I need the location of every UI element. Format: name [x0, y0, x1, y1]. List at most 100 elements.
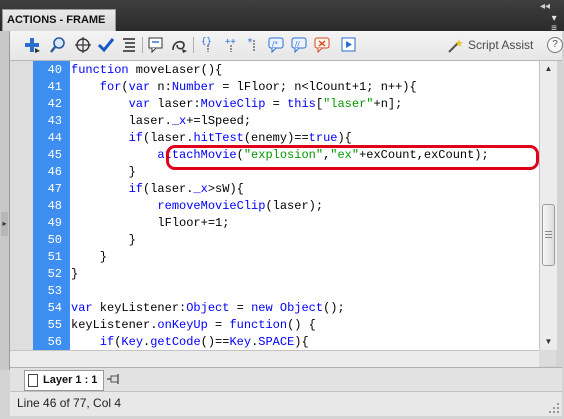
- horizontal-scrollbar[interactable]: [10, 350, 539, 367]
- line-number[interactable]: 54: [33, 300, 62, 317]
- code-text: }: [71, 232, 136, 249]
- code-text: if(laser._x>sW){: [71, 181, 244, 198]
- line-number[interactable]: 47: [33, 181, 62, 198]
- line-number[interactable]: 52: [33, 266, 62, 283]
- insert-target-path-icon[interactable]: [74, 36, 92, 54]
- line-number[interactable]: 55: [33, 317, 62, 334]
- apply-line-comment-icon[interactable]: //: [291, 36, 309, 54]
- code-line[interactable]: 55 keyListener.onKeyUp = function() {: [10, 317, 539, 334]
- panel-tab-actions-frame[interactable]: ACTIONS - FRAME: [2, 9, 117, 32]
- remove-comment-icon[interactable]: [314, 36, 332, 54]
- code-token: }: [71, 165, 136, 179]
- collapse-selection-icon[interactable]: ++: [222, 36, 240, 54]
- expand-all-icon[interactable]: *: [245, 36, 263, 54]
- line-number[interactable]: 50: [33, 232, 62, 249]
- scroll-thumb[interactable]: [542, 204, 555, 266]
- code-token: +n];: [373, 97, 403, 111]
- code-line[interactable]: 51 }: [10, 249, 539, 266]
- code-token: (: [121, 80, 129, 94]
- code-text: var laser:MovieClip = this["laser"+n];: [71, 96, 403, 113]
- code-token: =: [207, 318, 230, 332]
- code-token: ){: [337, 131, 352, 145]
- layer-script-tab[interactable]: Layer 1 : 1: [24, 370, 105, 391]
- scroll-down-icon[interactable]: ▼: [540, 334, 557, 350]
- line-number[interactable]: 56: [33, 334, 62, 350]
- code-token: keyListener:: [92, 301, 187, 315]
- collapse-panel-icon[interactable]: ◂◂: [540, 1, 550, 12]
- code-token: Object: [186, 301, 230, 315]
- code-line[interactable]: 50 }: [10, 232, 539, 249]
- show-hide-toolbox-icon[interactable]: [340, 36, 358, 54]
- code-token: new: [251, 301, 273, 315]
- code-token: laser.: [71, 114, 172, 128]
- line-number[interactable]: 45: [33, 147, 62, 164]
- code-line[interactable]: 40 function moveLaser(){: [10, 62, 539, 79]
- scroll-up-icon[interactable]: ▲: [540, 61, 557, 77]
- line-number[interactable]: 48: [33, 198, 62, 215]
- code-line[interactable]: 53: [10, 283, 539, 300]
- toolbar-separator: [193, 37, 194, 53]
- code-line[interactable]: 41 for(var n:Number = lFloor; n<lCount+1…: [10, 79, 539, 96]
- status-bar: Line 46 of 77, Col 4: [10, 391, 562, 416]
- check-syntax-icon[interactable]: [97, 36, 115, 54]
- find-icon[interactable]: [49, 36, 67, 54]
- add-statement-icon[interactable]: [23, 36, 41, 54]
- code-token: SPACE: [258, 335, 295, 349]
- expand-toolbox-icon[interactable]: ▸: [1, 212, 8, 236]
- code-token: ()==: [200, 335, 230, 349]
- collapse-between-braces-icon[interactable]: {}: [199, 36, 217, 54]
- script-assist-button[interactable]: Script Assist: [446, 34, 533, 56]
- code-token: = lFloor; n<lCount+1; n++){: [215, 80, 417, 94]
- code-token: Key: [121, 335, 144, 349]
- line-number[interactable]: 43: [33, 113, 62, 130]
- code-token: hitTest: [193, 131, 244, 145]
- pin-script-icon[interactable]: [107, 373, 121, 385]
- code-line[interactable]: 47 if(laser._x>sW){: [10, 181, 539, 198]
- layer-tab-label: Layer 1 : 1: [43, 374, 98, 386]
- script-editor[interactable]: 40 function moveLaser(){41 for(var n:Numb…: [10, 61, 539, 350]
- line-number[interactable]: 41: [33, 79, 62, 96]
- scrollbar-corner: [539, 350, 556, 366]
- code-token: _x: [171, 114, 187, 128]
- auto-format-icon[interactable]: [120, 36, 138, 54]
- show-code-hint-icon[interactable]: [148, 36, 166, 54]
- code-text: }: [71, 164, 136, 181]
- code-line[interactable]: 42 var laser:MovieClip = this["laser"+n]…: [10, 96, 539, 113]
- code-token: removeMovieClip: [157, 199, 266, 213]
- code-token: getCode: [150, 335, 201, 349]
- line-number[interactable]: 51: [33, 249, 62, 266]
- code-text: function moveLaser(){: [71, 62, 222, 79]
- code-token: }: [71, 267, 79, 281]
- line-number[interactable]: 53: [33, 283, 62, 300]
- line-number[interactable]: 44: [33, 130, 62, 147]
- line-number[interactable]: 49: [33, 215, 62, 232]
- code-line[interactable]: 54 var keyListener:Object = new Object();: [10, 300, 539, 317]
- panel-title: ACTIONS - FRAME: [7, 14, 106, 26]
- resize-grip-icon[interactable]: [548, 402, 560, 414]
- code-token: () {: [287, 318, 316, 332]
- apply-block-comment-icon[interactable]: /*: [268, 36, 286, 54]
- line-number[interactable]: 40: [33, 62, 62, 79]
- code-line[interactable]: 52}: [10, 266, 539, 283]
- vertical-scrollbar[interactable]: ▲ ▼: [539, 61, 557, 350]
- highlight-annotation-box: [166, 145, 539, 170]
- code-text: lFloor+=1;: [71, 215, 229, 232]
- code-token: if: [71, 182, 144, 196]
- code-line[interactable]: 48 removeMovieClip(laser);: [10, 198, 539, 215]
- debug-options-icon[interactable]: [170, 36, 188, 54]
- help-button[interactable]: ?: [547, 37, 563, 53]
- code-token: "laser": [323, 97, 374, 111]
- toolbar-separator: [142, 37, 143, 53]
- line-number[interactable]: 42: [33, 96, 62, 113]
- code-token: +=lSpeed;: [186, 114, 252, 128]
- code-text: keyListener.onKeyUp = function() {: [71, 317, 316, 334]
- code-line[interactable]: 43 laser._x+=lSpeed;: [10, 113, 539, 130]
- code-token: n:: [150, 80, 172, 94]
- code-line[interactable]: 49 lFloor+=1;: [10, 215, 539, 232]
- code-line[interactable]: 56 if(Key.getCode()==Key.SPACE){: [10, 334, 539, 350]
- code-token: lFloor+=1;: [71, 216, 230, 230]
- code-token: (laser.: [143, 131, 194, 145]
- svg-text:{}: {}: [201, 37, 212, 47]
- line-number[interactable]: 46: [33, 164, 62, 181]
